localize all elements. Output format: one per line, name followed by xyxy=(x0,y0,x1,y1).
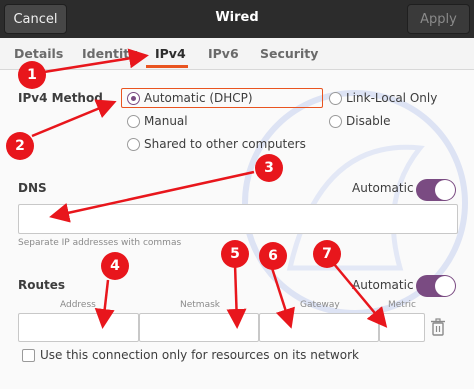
option-link-local[interactable]: Link-Local Only xyxy=(346,91,437,105)
routes-automatic-toggle[interactable] xyxy=(416,275,456,297)
radio-automatic-dhcp[interactable] xyxy=(127,92,140,105)
header-bar: Cancel Wired Apply xyxy=(0,0,474,38)
radio-shared[interactable] xyxy=(127,138,140,151)
ipv4-method-label: IPv4 Method xyxy=(18,91,103,105)
only-resources-label[interactable]: Use this connection only for resources o… xyxy=(40,348,359,362)
dns-automatic-toggle[interactable] xyxy=(416,179,456,201)
dns-label: DNS xyxy=(18,181,47,195)
option-shared[interactable]: Shared to other computers xyxy=(144,137,306,151)
tab-security[interactable]: Security xyxy=(260,46,318,61)
radio-manual[interactable] xyxy=(127,115,140,128)
tab-ipv4[interactable]: IPv4 xyxy=(155,46,186,61)
radio-disable[interactable] xyxy=(329,115,342,128)
route-metric-input[interactable] xyxy=(379,313,425,342)
column-address: Address xyxy=(60,300,96,310)
annotation-badge-3: 3 xyxy=(255,154,283,182)
active-tab-indicator xyxy=(146,65,188,68)
annotation-badge-7: 7 xyxy=(313,240,341,268)
dns-input[interactable] xyxy=(18,204,458,234)
dns-automatic-label: Automatic xyxy=(352,181,414,195)
annotation-badge-2: 2 xyxy=(6,132,34,160)
option-automatic-dhcp[interactable]: Automatic (DHCP) xyxy=(144,91,253,105)
delete-route-icon[interactable] xyxy=(430,318,446,336)
column-gateway: Gateway xyxy=(300,300,340,310)
arrow-2 xyxy=(31,99,117,138)
routes-label: Routes xyxy=(18,278,66,292)
apply-button[interactable]: Apply xyxy=(407,4,470,34)
option-disable[interactable]: Disable xyxy=(346,114,391,128)
column-netmask: Netmask xyxy=(180,300,220,310)
tab-details[interactable]: Details xyxy=(14,46,63,61)
route-gateway-input[interactable] xyxy=(259,313,379,342)
annotation-badge-6: 6 xyxy=(259,242,287,270)
route-address-input[interactable] xyxy=(18,313,139,342)
route-netmask-input[interactable] xyxy=(139,313,259,342)
routes-automatic-label: Automatic xyxy=(352,278,414,292)
only-resources-checkbox[interactable] xyxy=(22,349,35,362)
tab-ipv6[interactable]: IPv6 xyxy=(208,46,239,61)
option-manual[interactable]: Manual xyxy=(144,114,188,128)
tab-bar: Details Identity IPv4 IPv6 Security xyxy=(0,38,474,70)
column-metric: Metric xyxy=(388,300,416,310)
annotation-badge-4: 4 xyxy=(101,252,129,280)
radio-link-local[interactable] xyxy=(329,92,342,105)
tab-identity[interactable]: Identity xyxy=(82,46,137,61)
dialog-title: Wired xyxy=(215,10,259,25)
annotation-badge-1: 1 xyxy=(18,61,46,89)
dns-hint: Separate IP addresses with commas xyxy=(18,238,182,248)
annotation-badge-5: 5 xyxy=(221,240,249,268)
